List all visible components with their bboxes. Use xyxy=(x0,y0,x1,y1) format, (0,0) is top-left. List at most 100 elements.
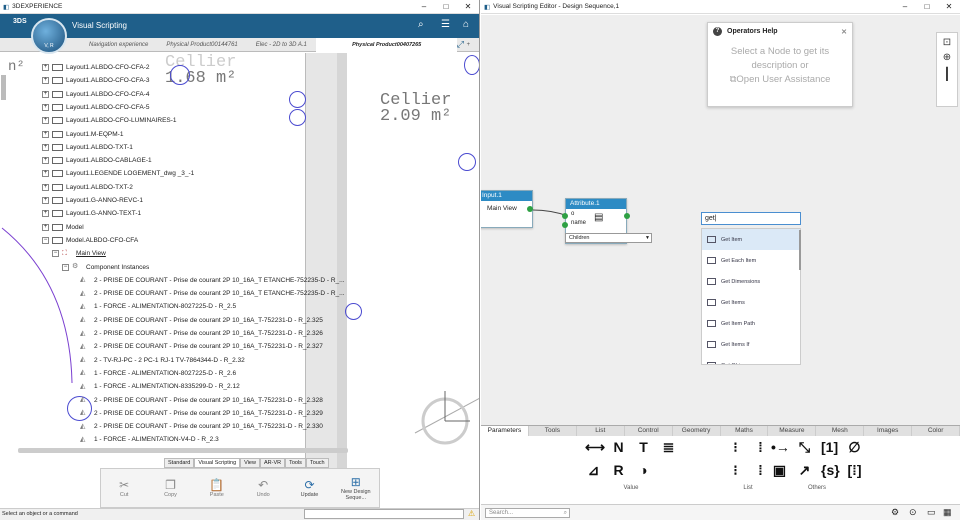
expand-toggle-icon[interactable]: + xyxy=(42,183,49,191)
tree-node[interactable]: + Layout1.ALBDO-TXT-2 xyxy=(42,181,133,194)
tree-node[interactable]: ◭ 2 - PRISE DE COURANT - Prise de courant… xyxy=(80,314,323,327)
tree-node[interactable]: ◭ 1 - FORCE - ALIMENTATION-8027225-D - R_… xyxy=(80,367,236,380)
drawing-canvas[interactable]: Cellier 1.68 m² Cellier 2.09 m² n² + Layo… xyxy=(0,53,479,508)
tree-node[interactable]: + Layout1.ALBDO-CFO-CFA-4 xyxy=(42,88,149,101)
operator-icon[interactable]: ⊿ xyxy=(585,462,602,479)
suggestion-scrollbar[interactable] xyxy=(799,230,801,270)
expand-toggle-icon[interactable]: + xyxy=(42,197,49,204)
tab-1[interactable]: Physical Product00144761 xyxy=(157,42,246,48)
suggestion-item[interactable]: Get Each Item xyxy=(702,250,800,271)
tree-node[interactable]: + Layout1.M-EQPM-1 xyxy=(42,128,123,141)
output-port[interactable] xyxy=(624,213,630,219)
tree-node[interactable]: ◭ 2 - PRISE DE COURANT - Prise de courant… xyxy=(80,340,323,353)
expand-toggle-icon[interactable]: + xyxy=(42,223,49,231)
tree-node[interactable]: + Model xyxy=(42,221,84,234)
tree-node[interactable]: + Layout1.ALBDO-CABLAGE-1 xyxy=(42,154,152,167)
palette-tab-6[interactable]: Measure xyxy=(768,426,817,436)
search-icon[interactable]: ⌕ xyxy=(418,19,424,30)
expand-toggle-icon[interactable]: + xyxy=(42,77,49,85)
palette-tab-4[interactable]: Geometry xyxy=(673,426,721,436)
tree-node[interactable]: ◭ 2 - PRISE DE COURANT - Prise de courant… xyxy=(80,327,323,340)
operator-icon[interactable]: [⁞] xyxy=(846,462,863,479)
palette-search-input[interactable]: Search... ⌕ xyxy=(485,508,570,518)
palette-tab-3[interactable]: Control xyxy=(625,426,673,436)
suggestion-item[interactable]: Get Item xyxy=(702,229,800,250)
suggestion-item[interactable]: Get Items If xyxy=(702,334,800,355)
operator-icon[interactable]: ↗ xyxy=(796,462,813,479)
input-port-o[interactable] xyxy=(562,213,568,219)
tree-node[interactable]: + Layout1.ALBDO-CFO-LUMINAIRES-1 xyxy=(42,114,177,127)
palette-tab-1[interactable]: Tools xyxy=(529,426,577,436)
operator-icon[interactable]: ⁝ xyxy=(727,439,744,456)
open-user-assistance-link[interactable]: ⧉Open User Assistance xyxy=(708,73,852,87)
attribute-select[interactable]: Children ▼ xyxy=(565,233,652,243)
expand-toggle-icon[interactable]: − xyxy=(42,236,49,244)
tree-node[interactable]: ◭ 2 - PRISE DE COURANT - Prise de courant… xyxy=(80,407,323,420)
tab-2[interactable]: Elec - 2D to 3D A.1 xyxy=(247,42,316,48)
action-3[interactable]: ↶ Undo xyxy=(240,478,286,498)
operator-icon[interactable]: R xyxy=(610,462,627,479)
operator-icon[interactable]: [1] xyxy=(821,439,838,456)
operator-icon[interactable]: {s} xyxy=(821,462,840,479)
operator-icon[interactable]: ⁞ xyxy=(752,462,769,479)
tree-node[interactable]: ◭ 2 - PRISE DE COURANT - Prise de courant… xyxy=(80,287,345,300)
action-tab-1[interactable]: Visual Scripting xyxy=(194,458,241,468)
suggestion-item[interactable]: Get Items xyxy=(702,292,800,313)
tree-horizontal-scrollbar[interactable] xyxy=(18,448,348,453)
palette-tab-8[interactable]: Images xyxy=(864,426,913,436)
palette-tab-0[interactable]: Parameters xyxy=(481,426,529,436)
screen-icon[interactable]: ▭ xyxy=(927,507,936,518)
close-button[interactable]: ✕ xyxy=(457,2,479,11)
zoom-fit-icon[interactable]: ⊙ xyxy=(909,507,917,518)
tree-node[interactable]: − ⚙ Component Instances xyxy=(62,261,149,274)
palette-tab-7[interactable]: Mesh xyxy=(816,426,865,436)
tree-node[interactable]: ◭ 2 - PRISE DE COURANT - Prise de courant… xyxy=(80,394,323,407)
tree-node[interactable]: + Layout1.ALBDO-CFO-CFA-3 xyxy=(42,74,149,87)
tree-node[interactable]: + Layout1.G-ANNO-TEXT-1 xyxy=(42,207,141,220)
palette-tab-9[interactable]: Color xyxy=(912,426,960,436)
warning-icon[interactable]: ⚠ xyxy=(468,509,475,518)
fullscreen-icon[interactable]: ⤢ xyxy=(448,39,473,50)
tree-node[interactable]: ◭ 2 - TV-RJ-PC - 2 PC-1 RJ-1 TV-7864344-D… xyxy=(80,354,245,367)
action-1[interactable]: ❐ Copy xyxy=(147,478,193,498)
tree-node[interactable]: ◭ 2 - PRISE DE COURANT - Prise de courant… xyxy=(80,274,345,287)
tree-node[interactable]: + Layout1.ALBDO-TXT-1 xyxy=(42,141,133,154)
command-input[interactable] xyxy=(304,509,464,519)
tag-icon[interactable]: ⌂ xyxy=(463,19,469,30)
tree-node[interactable]: ◭ 1 - FORCE - ALIMENTATION-V4-D - R_2.3 xyxy=(80,433,219,446)
operator-icon[interactable]: ⟷ xyxy=(585,439,605,456)
operator-icon[interactable]: N xyxy=(610,439,627,456)
suggestion-item[interactable]: Get Obj... xyxy=(702,355,800,364)
operator-icon[interactable]: ⤡ xyxy=(796,439,813,456)
tree-node[interactable]: + Layout1.ALBDO-CFO-CFA-2 xyxy=(42,61,149,74)
suggestion-item[interactable]: Get Item Path xyxy=(702,313,800,334)
operator-icon[interactable]: ⁞ xyxy=(752,439,769,456)
node-attribute[interactable]: Attribute.1 o name ▤ Children ▼ xyxy=(562,198,652,244)
node-search-input[interactable]: get| xyxy=(701,212,801,225)
tree-node[interactable]: + Layout1.LEGENDE LOGEMENT_dwg _3_-1 xyxy=(42,167,194,180)
minimize-button[interactable]: – xyxy=(413,2,435,11)
tree-node[interactable]: ◭ 2 - PRISE DE COURANT - Prise de courant… xyxy=(80,420,323,433)
operator-icon[interactable]: ▣ xyxy=(771,462,788,479)
minimize-button[interactable]: – xyxy=(894,2,916,11)
node-input[interactable]: Input.1 Main View xyxy=(481,190,533,228)
expand-toggle-icon[interactable]: − xyxy=(62,263,69,271)
operator-icon[interactable]: ∅ xyxy=(846,439,863,456)
palette-tab-5[interactable]: Maths xyxy=(721,426,769,436)
fit-all-icon[interactable]: ⊡ xyxy=(937,37,957,48)
action-0[interactable]: ✂ Cut xyxy=(101,478,147,498)
settings-icon[interactable]: ⚙ xyxy=(891,507,899,518)
expand-toggle-icon[interactable]: + xyxy=(42,210,49,218)
zoom-slider[interactable]: ┃ xyxy=(937,67,957,81)
list-icon[interactable]: ☰ xyxy=(441,19,450,30)
operator-icon[interactable]: ◑ xyxy=(635,462,652,479)
palette-tab-2[interactable]: List xyxy=(577,426,625,436)
action-tab-4[interactable]: Tools xyxy=(285,458,306,468)
tree-node[interactable]: ◭ 1 - FORCE - ALIMENTATION-8335299-D - R_… xyxy=(80,380,240,393)
action-2[interactable]: 📋 Paste xyxy=(194,478,240,498)
tree-node[interactable]: + Layout1.ALBDO-CFO-CFA-5 xyxy=(42,101,149,114)
expand-toggle-icon[interactable]: + xyxy=(42,64,49,71)
compass-button[interactable]: V, R xyxy=(31,18,67,54)
graph-canvas[interactable]: Input.1 Main View Attribute.1 o name ▤ C… xyxy=(481,15,960,425)
action-5[interactable]: ⊞ New Design Seque... xyxy=(333,475,379,501)
